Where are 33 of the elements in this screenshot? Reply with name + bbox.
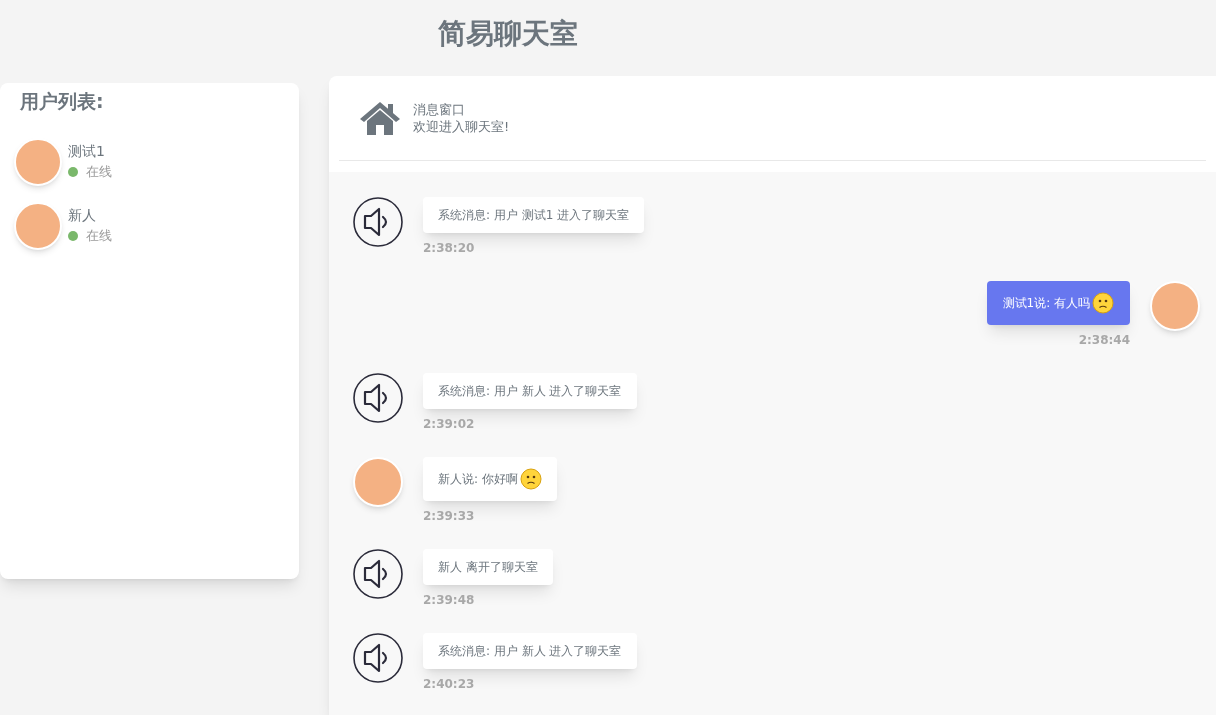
message-time: 2:40:23: [423, 676, 475, 693]
speaker-icon: [353, 373, 403, 423]
message-time: 2:38:20: [423, 240, 475, 257]
speaker-icon: [353, 549, 403, 599]
user-name: 新人: [68, 206, 97, 226]
emoji-icon: [1092, 292, 1114, 314]
message-text: 系统消息: 用户 新人 进入了聊天室: [438, 643, 622, 660]
home-icon: [359, 100, 401, 136]
message-time: 2:38:44: [1078, 332, 1130, 349]
user-avatar: [14, 201, 62, 250]
user-status: 在线: [86, 227, 112, 246]
chat-header-subtitle: 欢迎进入聊天室!: [413, 118, 510, 135]
user-avatar: [353, 457, 403, 507]
emoji-icon: [519, 468, 542, 490]
message-time: 2:39:02: [423, 416, 475, 433]
user-list-item[interactable]: 新人 在线: [14, 201, 112, 250]
page-title: 简易聊天室: [438, 20, 578, 48]
user-avatar: [1150, 281, 1200, 331]
user-avatar: [14, 137, 62, 186]
chat-header-title: 消息窗口: [413, 101, 466, 118]
user-name: 测试1: [68, 142, 106, 162]
user-list-item[interactable]: 测试1 在线: [14, 137, 112, 186]
message-text: 系统消息: 用户 测试1 进入了聊天室: [438, 207, 630, 224]
user-status: 在线: [86, 163, 112, 182]
speaker-icon: [353, 197, 403, 247]
message-text: 系统消息: 用户 新人 进入了聊天室: [438, 383, 622, 400]
user-list-heading: 用户列表:: [19, 89, 105, 114]
message-time: 2:39:48: [423, 592, 475, 609]
speaker-icon: [353, 633, 403, 683]
message-text: 测试1说: 有人吗: [1002, 295, 1090, 312]
message-text: 新人 离开了聊天室: [438, 559, 538, 576]
message-time: 2:39:33: [423, 508, 475, 525]
message-text: 新人说: 你好啊: [438, 471, 518, 488]
